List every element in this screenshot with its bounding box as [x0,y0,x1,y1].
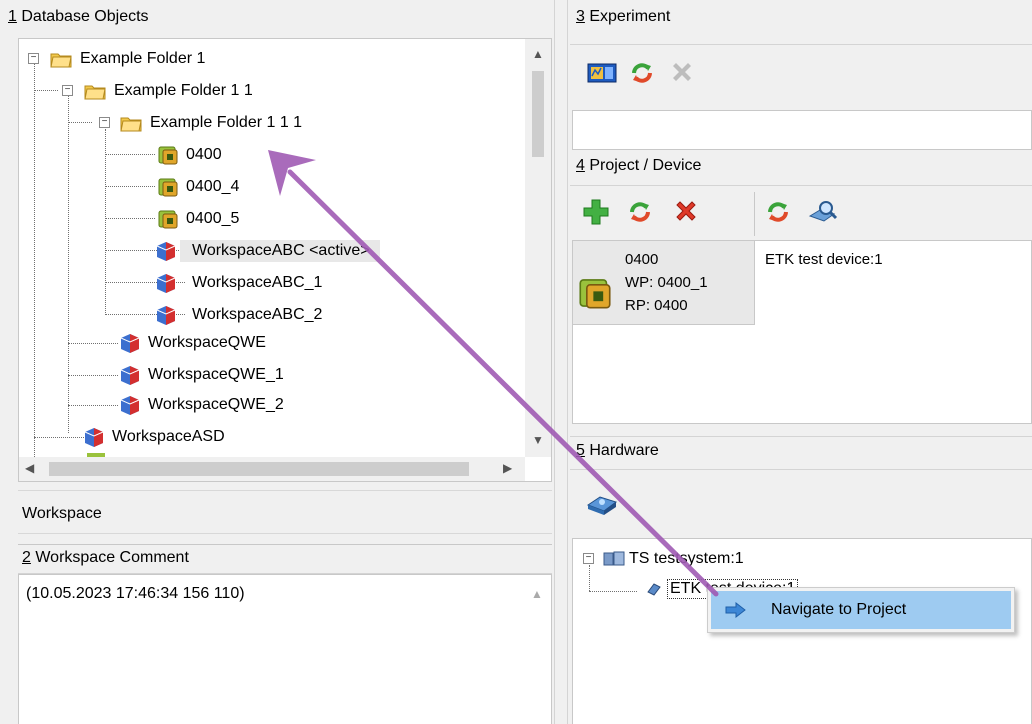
annotation-arrow [268,150,719,597]
